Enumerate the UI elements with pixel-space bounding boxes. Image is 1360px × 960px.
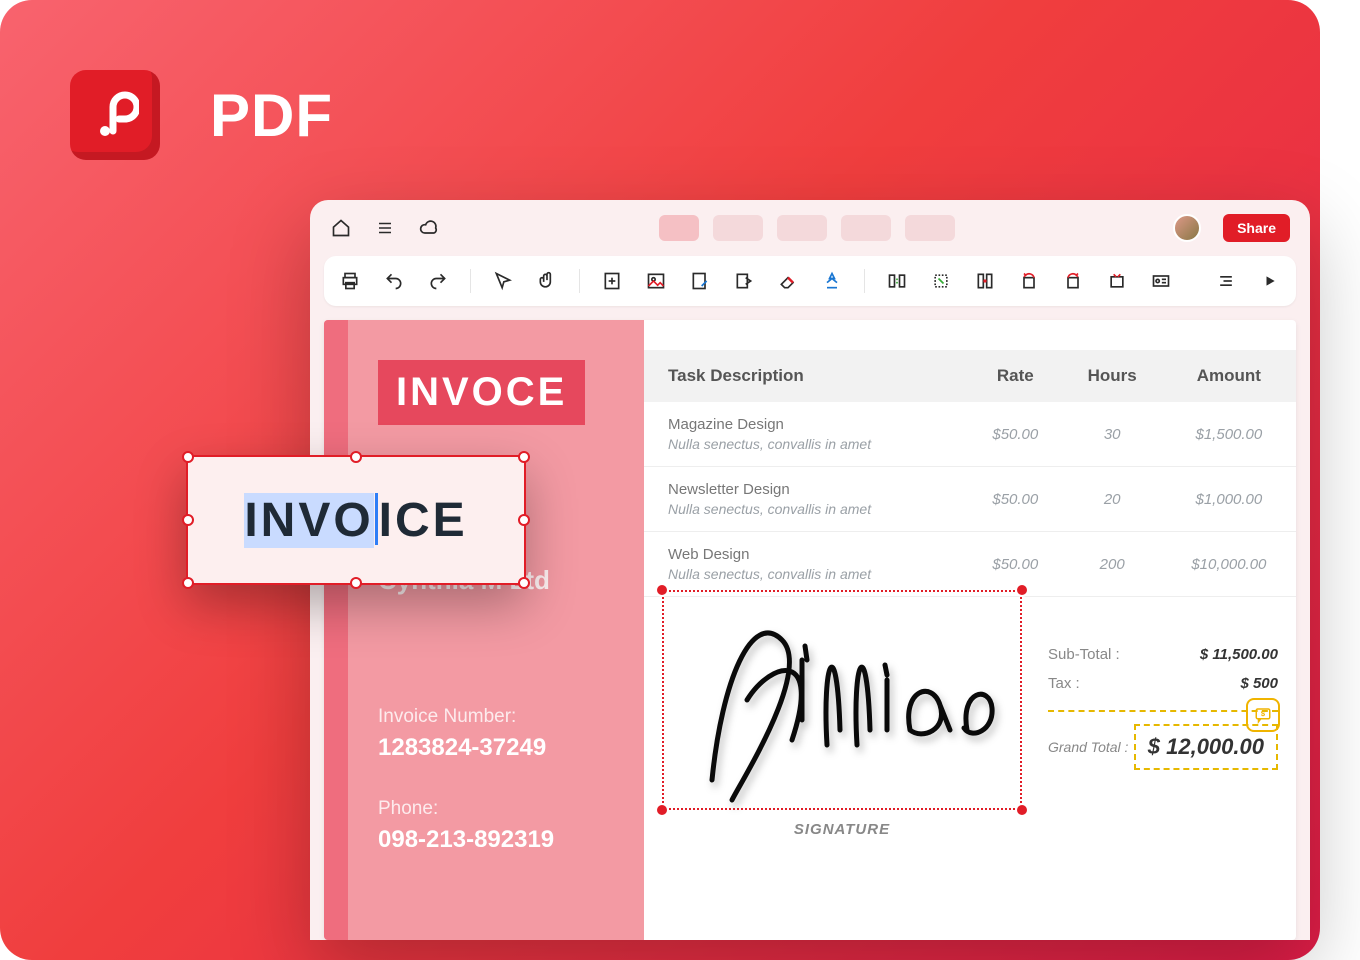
invoice-number-value: 1283824-37249 — [378, 734, 610, 762]
rotate-left-icon[interactable] — [1017, 269, 1041, 293]
resize-handle[interactable] — [182, 514, 194, 526]
edit-page-icon[interactable] — [688, 269, 712, 293]
tab-placeholder — [777, 215, 827, 241]
eraser-icon[interactable] — [776, 269, 800, 293]
app-logo — [70, 70, 160, 160]
phone-label: Phone: — [378, 798, 610, 820]
subtotal-label: Sub-Total : — [1048, 646, 1120, 663]
table-row: Magazine DesignNulla senectus, convallis… — [644, 402, 1296, 467]
invoice-table: Task Description Rate Hours Amount Magaz… — [644, 350, 1296, 597]
resize-handle[interactable] — [350, 577, 362, 589]
table-row: Newsletter DesignNulla senectus, convall… — [644, 467, 1296, 532]
rotate-right-icon[interactable] — [1061, 269, 1085, 293]
tab-placeholder — [905, 215, 955, 241]
resize-handle[interactable] — [182, 577, 194, 589]
split-icon[interactable] — [973, 269, 997, 293]
home-icon[interactable] — [330, 217, 352, 239]
text-caret — [375, 493, 378, 545]
settings-icon[interactable] — [1214, 269, 1238, 293]
hand-icon[interactable] — [535, 269, 559, 293]
text-rest: ICE — [379, 493, 468, 548]
resize-handle[interactable] — [518, 451, 530, 463]
resize-handle[interactable] — [655, 803, 669, 817]
svg-text:$: $ — [1261, 709, 1266, 718]
tab-placeholder — [659, 215, 699, 241]
subtotal-value: $ 11,500.00 — [1200, 646, 1278, 663]
crop-icon[interactable] — [929, 269, 953, 293]
toolbar — [324, 256, 1296, 306]
pointer-icon[interactable] — [491, 269, 515, 293]
export-icon[interactable] — [732, 269, 756, 293]
compare-icon[interactable] — [885, 269, 909, 293]
tab-placeholder — [841, 215, 891, 241]
share-button[interactable]: Share — [1223, 214, 1290, 242]
undo-icon[interactable] — [382, 269, 406, 293]
invoice-number-label: Invoice Number: — [378, 706, 610, 728]
add-page-icon[interactable] — [600, 269, 624, 293]
tax-label: Tax : — [1048, 675, 1080, 692]
tab-placeholder — [713, 215, 763, 241]
resize-handle[interactable] — [655, 583, 669, 597]
col-amount: Amount — [1162, 350, 1296, 402]
text-edit-overlay[interactable]: INVOICE — [186, 455, 526, 585]
signature-image — [672, 580, 1012, 810]
print-icon[interactable] — [338, 269, 362, 293]
play-icon[interactable] — [1258, 269, 1282, 293]
col-rate: Rate — [968, 350, 1063, 402]
menu-icon[interactable] — [374, 217, 396, 239]
id-card-icon[interactable] — [1149, 269, 1173, 293]
tax-value: $ 500 — [1240, 675, 1278, 692]
phone-value: 098-213-892319 — [378, 826, 610, 854]
grand-total-label: Grand Total : — [1048, 739, 1128, 755]
resize-handle[interactable] — [518, 514, 530, 526]
redo-icon[interactable] — [426, 269, 450, 293]
signature-selection[interactable]: SIGNATURE — [662, 590, 1022, 810]
resize-handle[interactable] — [350, 451, 362, 463]
resize-handle[interactable] — [1015, 583, 1029, 597]
col-task: Task Description — [644, 350, 968, 402]
text-selection: INVO — [244, 493, 373, 548]
col-hours: Hours — [1063, 350, 1162, 402]
signature-label: SIGNATURE — [662, 821, 1022, 838]
resize-handle[interactable] — [518, 577, 530, 589]
highlight-icon[interactable] — [820, 269, 844, 293]
avatar[interactable] — [1173, 214, 1201, 242]
image-icon[interactable] — [644, 269, 668, 293]
resize-handle[interactable] — [1015, 803, 1029, 817]
brand-title: PDF — [210, 81, 333, 150]
cloud-icon[interactable] — [418, 217, 440, 239]
replace-icon[interactable] — [1105, 269, 1129, 293]
invoice-badge: INVOCE — [378, 360, 585, 425]
comment-icon[interactable]: $ — [1246, 698, 1280, 732]
resize-handle[interactable] — [182, 451, 194, 463]
